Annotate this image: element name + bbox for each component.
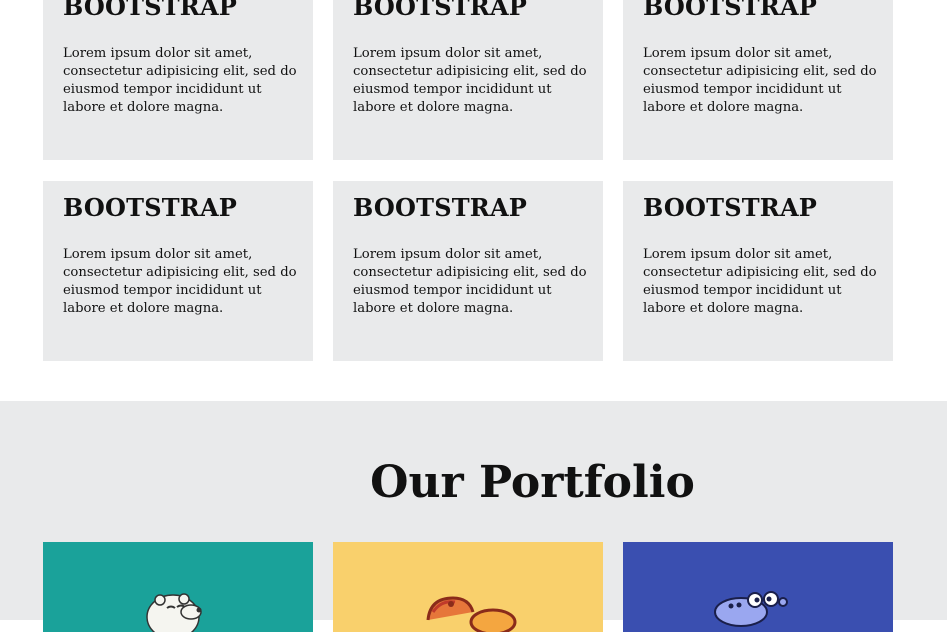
feature-card: BOOTSTRAP Lorem ipsum dolor sit amet, co… bbox=[623, 0, 893, 160]
cartoon-character-image bbox=[333, 542, 603, 632]
portfolio-item-cartoon[interactable] bbox=[333, 542, 603, 632]
feature-card: BOOTSTRAP Lorem ipsum dolor sit amet, co… bbox=[333, 181, 603, 361]
feature-card-title: BOOTSTRAP bbox=[353, 0, 528, 21]
feature-card-title: BOOTSTRAP bbox=[643, 193, 818, 222]
portfolio-section: Our Portfolio bbox=[0, 401, 947, 632]
feature-card-title: BOOTSTRAP bbox=[63, 0, 238, 21]
feature-card-title: BOOTSTRAP bbox=[643, 0, 818, 21]
portfolio-heading: Our Portfolio bbox=[370, 457, 695, 508]
feature-card-title: BOOTSTRAP bbox=[63, 193, 238, 222]
feature-card-text: Lorem ipsum dolor sit amet, consectetur … bbox=[643, 247, 877, 316]
feature-card-text: Lorem ipsum dolor sit amet, consectetur … bbox=[63, 46, 297, 115]
hippo-cartoon-image bbox=[623, 542, 893, 632]
portfolio-item-polar-bear[interactable] bbox=[43, 542, 313, 632]
feature-card: BOOTSTRAP Lorem ipsum dolor sit amet, co… bbox=[623, 181, 893, 361]
feature-card-text: Lorem ipsum dolor sit amet, consectetur … bbox=[643, 46, 877, 115]
feature-card-text: Lorem ipsum dolor sit amet, consectetur … bbox=[353, 46, 587, 115]
feature-card: BOOTSTRAP Lorem ipsum dolor sit amet, co… bbox=[333, 0, 603, 160]
feature-card-text: Lorem ipsum dolor sit amet, consectetur … bbox=[353, 247, 587, 316]
feature-card-text: Lorem ipsum dolor sit amet, consectetur … bbox=[63, 247, 297, 316]
feature-card-title: BOOTSTRAP bbox=[353, 193, 528, 222]
feature-card: BOOTSTRAP Lorem ipsum dolor sit amet, co… bbox=[43, 0, 313, 160]
polar-bear-cartoon-image bbox=[43, 542, 313, 632]
portfolio-item-hippo[interactable] bbox=[623, 542, 893, 632]
features-section: BOOTSTRAP Lorem ipsum dolor sit amet, co… bbox=[0, 0, 947, 400]
feature-card: BOOTSTRAP Lorem ipsum dolor sit amet, co… bbox=[43, 181, 313, 361]
